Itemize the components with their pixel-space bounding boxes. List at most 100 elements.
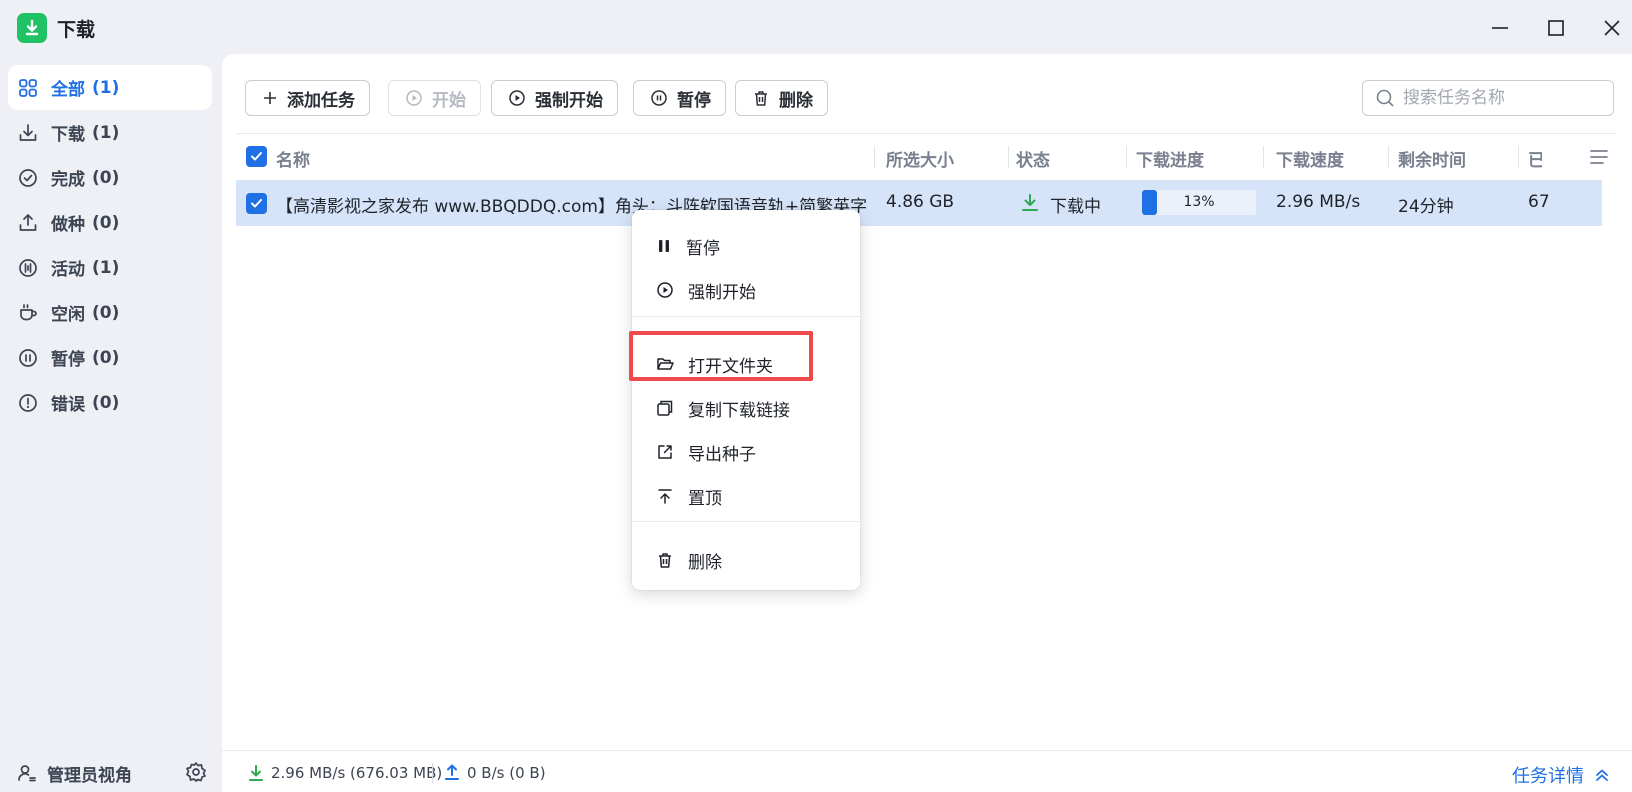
admin-view-switch[interactable]: 管理员视角	[16, 760, 132, 786]
menu-item-label: 导出种子	[688, 444, 756, 465]
sidebar-item-seeding[interactable]: 做种 (0)	[8, 200, 212, 245]
sidebar-item-label: 错误	[51, 395, 85, 415]
pause-circle-icon	[651, 90, 667, 106]
menu-item-pin-top[interactable]: 置顶	[632, 476, 860, 516]
main-panel: 添加任务 开始 强制开始 暂停 删除 名称 所选大小 状态 下载进度 下载速度 …	[222, 54, 1632, 792]
gear-icon	[186, 762, 206, 782]
sidebar-item-completed[interactable]: 完成 (0)	[8, 155, 212, 200]
sidebar-item-count: (1)	[92, 122, 120, 143]
context-menu: 暂停 强制开始 打开文件夹 复制下载链接 导出种子 置顶 删除	[632, 210, 860, 590]
app-download-icon	[17, 13, 47, 43]
sidebar: 全部 (1) 下载 (1) 完成 (0) 做种 (0) 活动 (1) 空闲 (0…	[0, 54, 222, 792]
upload-speed-icon	[445, 764, 459, 780]
activity-icon	[19, 258, 37, 277]
external-link-icon	[658, 445, 672, 459]
sidebar-item-count: (1)	[92, 77, 120, 98]
sidebar-item-count: (0)	[92, 392, 120, 413]
add-task-button[interactable]: 添加任务	[245, 80, 370, 116]
column-name[interactable]: 名称	[276, 146, 310, 171]
column-progress[interactable]: 下载进度	[1136, 146, 1204, 171]
trash-icon	[755, 91, 767, 106]
grid-icon	[19, 78, 37, 97]
maximize-button[interactable]	[1542, 14, 1570, 42]
admin-user-icon	[18, 765, 36, 782]
delete-label: 删除	[779, 90, 813, 111]
close-button[interactable]	[1598, 14, 1626, 42]
sidebar-item-label: 做种	[51, 215, 85, 235]
menu-item-force-start[interactable]: 强制开始	[632, 270, 860, 310]
column-divider	[1263, 146, 1264, 168]
play-circle-icon	[657, 282, 673, 298]
menu-item-label: 置顶	[688, 488, 722, 509]
sidebar-item-all[interactable]: 全部 (1)	[8, 65, 212, 110]
sidebar-item-count: (1)	[92, 257, 120, 278]
menu-item-label: 暂停	[686, 238, 720, 259]
settings-button[interactable]	[184, 760, 208, 784]
sidebar-item-label: 暂停	[51, 350, 85, 370]
downloading-icon	[1022, 194, 1038, 211]
start-button[interactable]: 开始	[388, 80, 481, 116]
sidebar-item-count: (0)	[92, 167, 120, 188]
admin-view-label: 管理员视角	[47, 765, 132, 786]
sidebar-item-paused[interactable]: 暂停 (0)	[8, 335, 212, 380]
sidebar-item-download[interactable]: 下载 (1)	[8, 110, 212, 155]
task-downloaded: 67	[1528, 192, 1550, 212]
search-icon	[1376, 89, 1394, 107]
menu-item-copy-link[interactable]: 复制下载链接	[632, 388, 860, 428]
menu-separator	[632, 521, 860, 522]
column-speed[interactable]: 下载速度	[1276, 146, 1344, 171]
task-details-link[interactable]: 任务详情	[1512, 762, 1610, 788]
task-speed: 2.96 MB/s	[1276, 192, 1361, 212]
sidebar-item-error[interactable]: 错误 (0)	[8, 380, 212, 425]
delete-button[interactable]: 删除	[735, 80, 828, 116]
pause-button[interactable]: 暂停	[633, 80, 726, 116]
minimize-button[interactable]	[1486, 14, 1514, 42]
sidebar-item-active[interactable]: 活动 (1)	[8, 245, 212, 290]
error-circle-icon	[19, 393, 37, 412]
play-circle-icon	[509, 90, 525, 106]
force-start-button[interactable]: 强制开始	[491, 80, 618, 116]
column-settings-icon[interactable]	[1589, 147, 1609, 167]
menu-item-export-torrent[interactable]: 导出种子	[632, 432, 860, 472]
table-row[interactable]: 【高清影视之家发布 www.BBQDDQ.com】角头：斗阵欸国语音轨+简繁英字…	[236, 180, 1602, 226]
sidebar-item-idle[interactable]: 空闲 (0)	[8, 290, 212, 335]
column-divider	[1388, 146, 1389, 168]
column-status[interactable]: 状态	[1016, 146, 1050, 171]
cup-icon	[20, 303, 37, 320]
upload-speed: 0 B/s (0 B)	[467, 764, 546, 782]
download-icon	[19, 123, 37, 141]
column-remaining[interactable]: 剩余时间	[1398, 146, 1466, 171]
sidebar-item-count: (0)	[92, 302, 120, 323]
highlight-box	[629, 331, 813, 381]
pause-icon	[659, 240, 669, 252]
search-box[interactable]	[1362, 80, 1614, 116]
menu-item-label: 强制开始	[688, 282, 756, 303]
search-input[interactable]	[1403, 88, 1603, 108]
menu-item-pause[interactable]: 暂停	[632, 226, 860, 266]
select-all-checkbox[interactable]	[246, 146, 267, 167]
sidebar-item-label: 活动	[51, 260, 85, 280]
menu-separator	[632, 316, 860, 317]
pin-top-icon	[658, 489, 672, 504]
column-divider	[1518, 146, 1519, 168]
sidebar-item-label: 完成	[51, 170, 85, 190]
task-details-label: 任务详情	[1512, 766, 1584, 787]
force-start-label: 强制开始	[535, 90, 603, 111]
column-size[interactable]: 所选大小	[886, 146, 954, 171]
menu-item-delete[interactable]: 删除	[632, 540, 860, 580]
task-size: 4.86 GB	[886, 192, 955, 212]
column-downloaded[interactable]: 已	[1528, 146, 1542, 171]
pause-label: 暂停	[677, 90, 711, 111]
maximize-icon	[1548, 20, 1564, 36]
close-icon	[1604, 20, 1620, 36]
sidebar-item-count: (0)	[92, 212, 120, 233]
task-remaining: 24分钟	[1398, 197, 1454, 217]
add-task-label: 添加任务	[287, 90, 355, 111]
checkmark-icon	[251, 152, 262, 161]
play-circle-icon	[406, 90, 422, 106]
row-checkbox[interactable]	[246, 193, 267, 214]
plus-icon	[264, 92, 276, 104]
minimize-icon	[1492, 27, 1508, 29]
trash-icon	[659, 553, 671, 568]
progress-bar: 13%	[1142, 190, 1256, 215]
